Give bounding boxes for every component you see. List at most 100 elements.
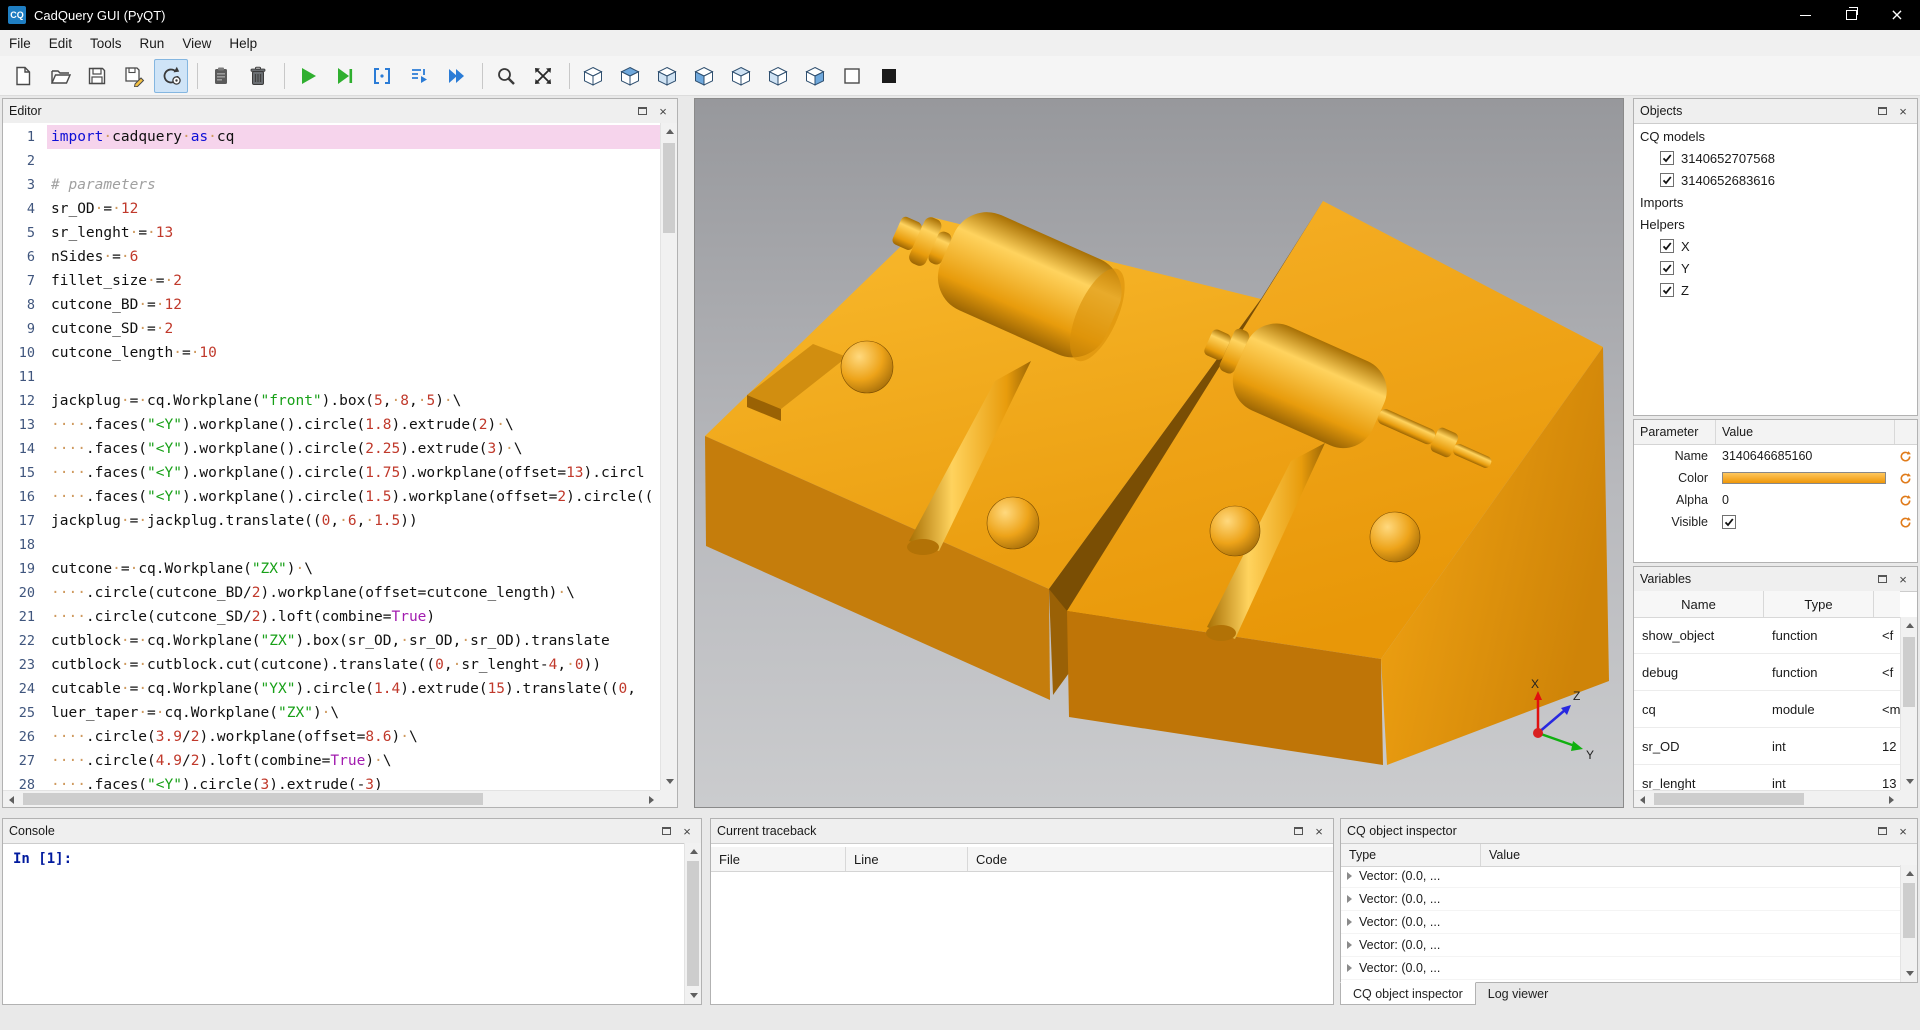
code-line[interactable]: 2 — [3, 149, 660, 173]
front-view-button[interactable] — [687, 59, 721, 93]
objects-float-button[interactable] — [1874, 103, 1890, 119]
variable-row-sr_OD[interactable]: sr_ODint12 — [1634, 728, 1900, 765]
wireframe-button[interactable] — [835, 59, 869, 93]
expand-icon[interactable] — [1347, 941, 1352, 949]
menu-view[interactable]: View — [173, 30, 220, 56]
code-line[interactable]: 25luer_taper·=·cq.Workplane("ZX")·\ — [3, 701, 660, 725]
menu-tools[interactable]: Tools — [81, 30, 131, 56]
editor-horizontal-scrollbar[interactable] — [3, 790, 660, 807]
tree-item-helpers[interactable]: Helpers — [1634, 213, 1917, 235]
tree-item-y[interactable]: Y — [1634, 257, 1917, 279]
scrollbar-thumb[interactable] — [1903, 883, 1915, 938]
editor-vertical-scrollbar[interactable] — [660, 123, 677, 790]
new-file-button[interactable] — [6, 59, 40, 93]
console-float-button[interactable] — [658, 823, 674, 839]
code-line[interactable]: 26····.circle(3.9/2).workplane(offset=8.… — [3, 725, 660, 749]
tree-item-x[interactable]: X — [1634, 235, 1917, 257]
expand-icon[interactable] — [1347, 895, 1352, 903]
render-button[interactable] — [291, 59, 325, 93]
iso-view-button[interactable] — [576, 59, 610, 93]
objects-close-button[interactable]: × — [1895, 103, 1911, 119]
traceback-float-button[interactable] — [1290, 823, 1306, 839]
code-line[interactable]: 23cutblock·=·cutblock.cut(cutcone).trans… — [3, 653, 660, 677]
checkbox[interactable] — [1660, 283, 1674, 297]
checkbox[interactable] — [1660, 239, 1674, 253]
code-line[interactable]: 19cutcone·=·cq.Workplane("ZX")·\ — [3, 557, 660, 581]
scrollbar-thumb[interactable] — [1903, 637, 1915, 707]
menu-edit[interactable]: Edit — [40, 30, 81, 56]
inspector-row[interactable]: Vector: (0.0, ... — [1341, 911, 1900, 934]
debug-button[interactable] — [328, 59, 362, 93]
console-close-button[interactable]: × — [679, 823, 695, 839]
maximize-button[interactable] — [1828, 0, 1874, 30]
variable-row-show_object[interactable]: show_objectfunction<f — [1634, 617, 1900, 654]
inspector-close-button[interactable]: × — [1895, 823, 1911, 839]
tab-cq-object-inspector[interactable]: CQ object inspector — [1340, 982, 1476, 1005]
editor-close-button[interactable]: × — [655, 103, 671, 119]
code-line[interactable]: 15····.faces("<Y").workplane().circle(1.… — [3, 461, 660, 485]
inspector-row[interactable]: Vector: (0.0, ... — [1341, 865, 1900, 888]
reset-button[interactable] — [1895, 513, 1915, 531]
right-view-button[interactable] — [798, 59, 832, 93]
step-next-button[interactable] — [402, 59, 436, 93]
fit-all-button[interactable] — [526, 59, 560, 93]
tree-item-z[interactable]: Z — [1634, 279, 1917, 301]
property-value[interactable] — [1716, 472, 1895, 484]
scrollbar-thumb[interactable] — [687, 861, 699, 986]
property-value[interactable] — [1716, 515, 1895, 529]
code-line[interactable]: 20····.circle(cutcone_BD/2).workplane(of… — [3, 581, 660, 605]
reset-button[interactable] — [1895, 491, 1915, 509]
menu-file[interactable]: File — [0, 30, 40, 56]
scrollbar-thumb[interactable] — [1654, 793, 1804, 805]
code-line[interactable]: 4sr_OD·=·12 — [3, 197, 660, 221]
save-button[interactable] — [80, 59, 114, 93]
code-line[interactable]: 8cutcone_BD·=·12 — [3, 293, 660, 317]
shaded-button[interactable] — [872, 59, 906, 93]
step-button[interactable] — [365, 59, 399, 93]
property-value[interactable]: 0 — [1716, 493, 1895, 507]
code-line[interactable]: 3# parameters — [3, 173, 660, 197]
menu-help[interactable]: Help — [220, 30, 266, 56]
code-line[interactable]: 13····.faces("<Y").workplane().circle(1.… — [3, 413, 660, 437]
tab-log-viewer[interactable]: Log viewer — [1476, 983, 1560, 1005]
color-swatch[interactable] — [1722, 472, 1886, 484]
top-view-button[interactable] — [613, 59, 647, 93]
tree-item-imports[interactable]: Imports — [1634, 191, 1917, 213]
checkbox[interactable] — [1660, 261, 1674, 275]
variables-float-button[interactable] — [1874, 571, 1890, 587]
code-line[interactable]: 14····.faces("<Y").workplane().circle(2.… — [3, 437, 660, 461]
code-line[interactable]: 24cutcable·=·cq.Workplane("YX").circle(1… — [3, 677, 660, 701]
code-line[interactable]: 17jackplug·=·jackplug.translate((0,·6,·1… — [3, 509, 660, 533]
code-line[interactable]: 21····.circle(cutcone_SD/2).loft(combine… — [3, 605, 660, 629]
code-line[interactable]: 11 — [3, 365, 660, 389]
variables-horizontal-scrollbar[interactable] — [1634, 790, 1900, 807]
back-view-button[interactable] — [724, 59, 758, 93]
code-line[interactable]: 5sr_lenght·=·13 — [3, 221, 660, 245]
tree-item-3140652707568[interactable]: 3140652707568 — [1634, 147, 1917, 169]
code-line[interactable]: 18 — [3, 533, 660, 557]
property-value[interactable]: 3140646685160 — [1716, 449, 1895, 463]
delete-button[interactable] — [241, 59, 275, 93]
variable-row-cq[interactable]: cqmodule<m — [1634, 691, 1900, 728]
scrollbar-thumb[interactable] — [663, 143, 675, 233]
scrollbar-thumb[interactable] — [23, 793, 483, 805]
code-line[interactable]: 12jackplug·=·cq.Workplane("front").box(5… — [3, 389, 660, 413]
code-line[interactable]: 6nSides·=·6 — [3, 245, 660, 269]
code-area[interactable]: 1import·cadquery·as·cq23# parameters4sr_… — [3, 123, 660, 790]
inspector-row[interactable]: Vector: (0.0, ... — [1341, 957, 1900, 980]
expand-icon[interactable] — [1347, 918, 1352, 926]
checkbox[interactable] — [1660, 173, 1674, 187]
variables-close-button[interactable]: × — [1895, 571, 1911, 587]
variable-row-sr_lenght[interactable]: sr_lenghtint13 — [1634, 765, 1900, 790]
code-line[interactable]: 9cutcone_SD·=·2 — [3, 317, 660, 341]
minimize-button[interactable] — [1782, 0, 1828, 30]
variable-row-debug[interactable]: debugfunction<f — [1634, 654, 1900, 691]
zoom-button[interactable] — [489, 59, 523, 93]
console-input-area[interactable]: In [1]: — [3, 843, 684, 1004]
code-line[interactable]: 22cutblock·=·cq.Workplane("ZX").box(sr_O… — [3, 629, 660, 653]
console-vertical-scrollbar[interactable] — [684, 843, 701, 1004]
close-button[interactable]: × — [1874, 0, 1920, 30]
expand-icon[interactable] — [1347, 964, 1352, 972]
save-as-button[interactable] — [117, 59, 151, 93]
editor-float-button[interactable] — [634, 103, 650, 119]
